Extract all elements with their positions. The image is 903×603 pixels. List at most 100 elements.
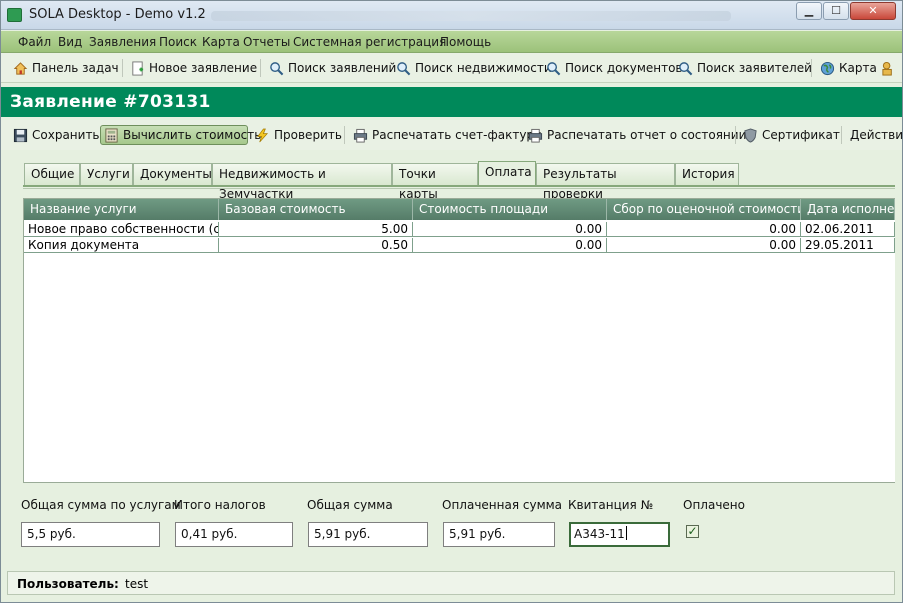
tab-property[interactable]: Недвижимость и Земучастки: [212, 163, 392, 201]
paid-checkbox[interactable]: ✓: [686, 525, 699, 538]
total-fee-label: Общая сумма: [307, 498, 393, 512]
table-cell-base-fee[interactable]: 5.00: [219, 222, 413, 237]
paid-amount-label: Оплаченная сумма: [442, 498, 563, 512]
map-button[interactable]: Карта: [820, 59, 877, 77]
column-header-area-fee[interactable]: Стоимость площади: [413, 199, 607, 220]
table-cell-value-fee[interactable]: 0.00: [607, 222, 801, 237]
window-title: SOLA Desktop - Demo v1.2: [29, 7, 206, 22]
search-icon: [679, 61, 693, 75]
paid-amount-field[interactable]: 5,91 руб.: [443, 522, 555, 547]
table-cell-service-name[interactable]: Копия документа: [24, 238, 219, 253]
calculate-fee-button[interactable]: Вычислить стоимость: [104, 126, 261, 144]
print-invoice-button[interactable]: Распечатать счет-фактуру: [353, 126, 541, 144]
new-document-icon: [132, 60, 144, 76]
certificate-label: Сертификат: [762, 128, 840, 142]
printer-icon: [528, 128, 543, 143]
tab-payment[interactable]: Оплата: [478, 161, 536, 186]
tab-documents[interactable]: Документы: [133, 163, 212, 185]
maximize-button[interactable]: ☐: [823, 2, 849, 20]
tab-services[interactable]: Услуги: [80, 163, 133, 185]
column-header-value-fee[interactable]: Сбор по оценочной стоимости: [607, 199, 801, 220]
application-header: Заявление #703131: [1, 87, 902, 117]
save-label: Сохранить: [32, 128, 100, 142]
services-fee-table[interactable]: Название услуги Базовая стоимость Стоимо…: [23, 198, 896, 483]
user-label: Пользователь:: [17, 577, 119, 591]
total-fee-field[interactable]: 5,91 руб.: [308, 522, 428, 547]
tab-history[interactable]: История: [675, 163, 739, 185]
print-status-report-button[interactable]: Распечатать отчет о состоянии: [528, 126, 746, 144]
total-services-field[interactable]: 5,5 руб.: [21, 522, 160, 547]
search-applicants-button[interactable]: Поиск заявителей: [678, 59, 812, 77]
table-cell-expected-date[interactable]: 02.06.2011: [801, 222, 895, 237]
tab-map-points[interactable]: Точки карты: [392, 163, 478, 201]
status-bar: Пользователь: test: [7, 571, 895, 595]
menu-system-registration[interactable]: Системная регистрация: [293, 35, 446, 49]
total-tax-field[interactable]: 0,41 руб.: [175, 522, 293, 547]
page-title: Заявление #703131: [10, 92, 211, 112]
menu-applications[interactable]: Заявления: [89, 35, 156, 49]
tab-validation-results[interactable]: Результаты проверки: [536, 163, 675, 201]
user-lock-icon: [882, 61, 892, 76]
save-icon: [13, 128, 28, 142]
save-button[interactable]: Сохранить: [13, 126, 100, 144]
menu-map[interactable]: Карта: [202, 35, 240, 49]
taskbar-button[interactable]: Панель задач: [13, 59, 119, 77]
search-property-label: Поиск недвижимости: [415, 61, 552, 75]
search-documents-label: Поиск документов: [565, 61, 683, 75]
actions-menu-button[interactable]: Действи: [850, 126, 903, 144]
search-icon: [547, 61, 561, 75]
receipt-number-field[interactable]: А343-11: [569, 522, 670, 547]
more-toolbar-button[interactable]: [881, 59, 896, 77]
validate-button[interactable]: Проверить: [255, 126, 342, 144]
receipt-number-label: Квитанция №: [568, 498, 654, 512]
certificate-button[interactable]: Сертификат: [743, 126, 840, 144]
search-documents-button[interactable]: Поиск документов: [546, 59, 683, 77]
print-invoice-label: Распечатать счет-фактуру: [372, 128, 542, 142]
total-services-label: Общая сумма по услугам: [21, 498, 181, 512]
table-cell-area-fee[interactable]: 0.00: [413, 238, 607, 253]
text-caret: [625, 526, 627, 540]
search-applicants-label: Поиск заявителей: [697, 61, 812, 75]
calculator-icon: [105, 127, 118, 143]
menu-bar: Файл Вид Заявления Поиск Карта Отчеты Си…: [1, 31, 902, 53]
app-icon: [7, 8, 22, 22]
table-cell-service-name[interactable]: Новое право собственности (с...: [24, 222, 219, 237]
lightning-icon: [257, 128, 269, 142]
column-header-base-fee[interactable]: Базовая стоимость: [219, 199, 413, 220]
shield-icon: [744, 127, 757, 143]
validate-label: Проверить: [274, 128, 342, 142]
search-icon: [397, 61, 411, 75]
close-button[interactable]: ✕: [850, 2, 896, 20]
tab-strip: Общие Услуги Документы Недвижимость и Зе…: [1, 161, 902, 201]
minimize-button[interactable]: ▁: [796, 2, 822, 20]
column-header-service-name[interactable]: Название услуги: [24, 199, 219, 220]
search-applications-button[interactable]: Поиск заявлений: [269, 59, 396, 77]
main-toolbar: Панель задач Новое заявление Поиск заявл…: [1, 53, 902, 83]
map-label: Карта: [839, 61, 877, 75]
home-icon: [13, 61, 28, 75]
title-path: [211, 11, 731, 21]
search-icon: [270, 61, 284, 75]
globe-icon: [820, 61, 835, 75]
taskbar-label: Панель задач: [32, 61, 119, 75]
table-cell-base-fee[interactable]: 0.50: [219, 238, 413, 253]
search-applications-label: Поиск заявлений: [288, 61, 397, 75]
tab-general[interactable]: Общие: [24, 163, 80, 185]
actions-label: Действи: [850, 128, 903, 142]
menu-search[interactable]: Поиск: [159, 35, 197, 49]
application-window: SOLA Desktop - Demo v1.2 ▁ ☐ ✕ Файл Вид …: [0, 0, 903, 603]
print-status-report-label: Распечатать отчет о состоянии: [547, 128, 747, 142]
new-application-button[interactable]: Новое заявление: [130, 59, 257, 77]
tab-underline: [23, 185, 896, 187]
user-name: test: [125, 577, 149, 591]
table-cell-value-fee[interactable]: 0.00: [607, 238, 801, 253]
table-cell-expected-date[interactable]: 29.05.2011: [801, 238, 895, 253]
printer-icon: [353, 128, 368, 143]
menu-file[interactable]: Файл: [18, 35, 51, 49]
menu-help[interactable]: Помощь: [440, 35, 491, 49]
menu-view[interactable]: Вид: [58, 35, 82, 49]
column-header-expected-date[interactable]: Дата исполнени: [801, 199, 895, 220]
search-property-button[interactable]: Поиск недвижимости: [396, 59, 552, 77]
table-cell-area-fee[interactable]: 0.00: [413, 222, 607, 237]
menu-reports[interactable]: Отчеты: [243, 35, 290, 49]
